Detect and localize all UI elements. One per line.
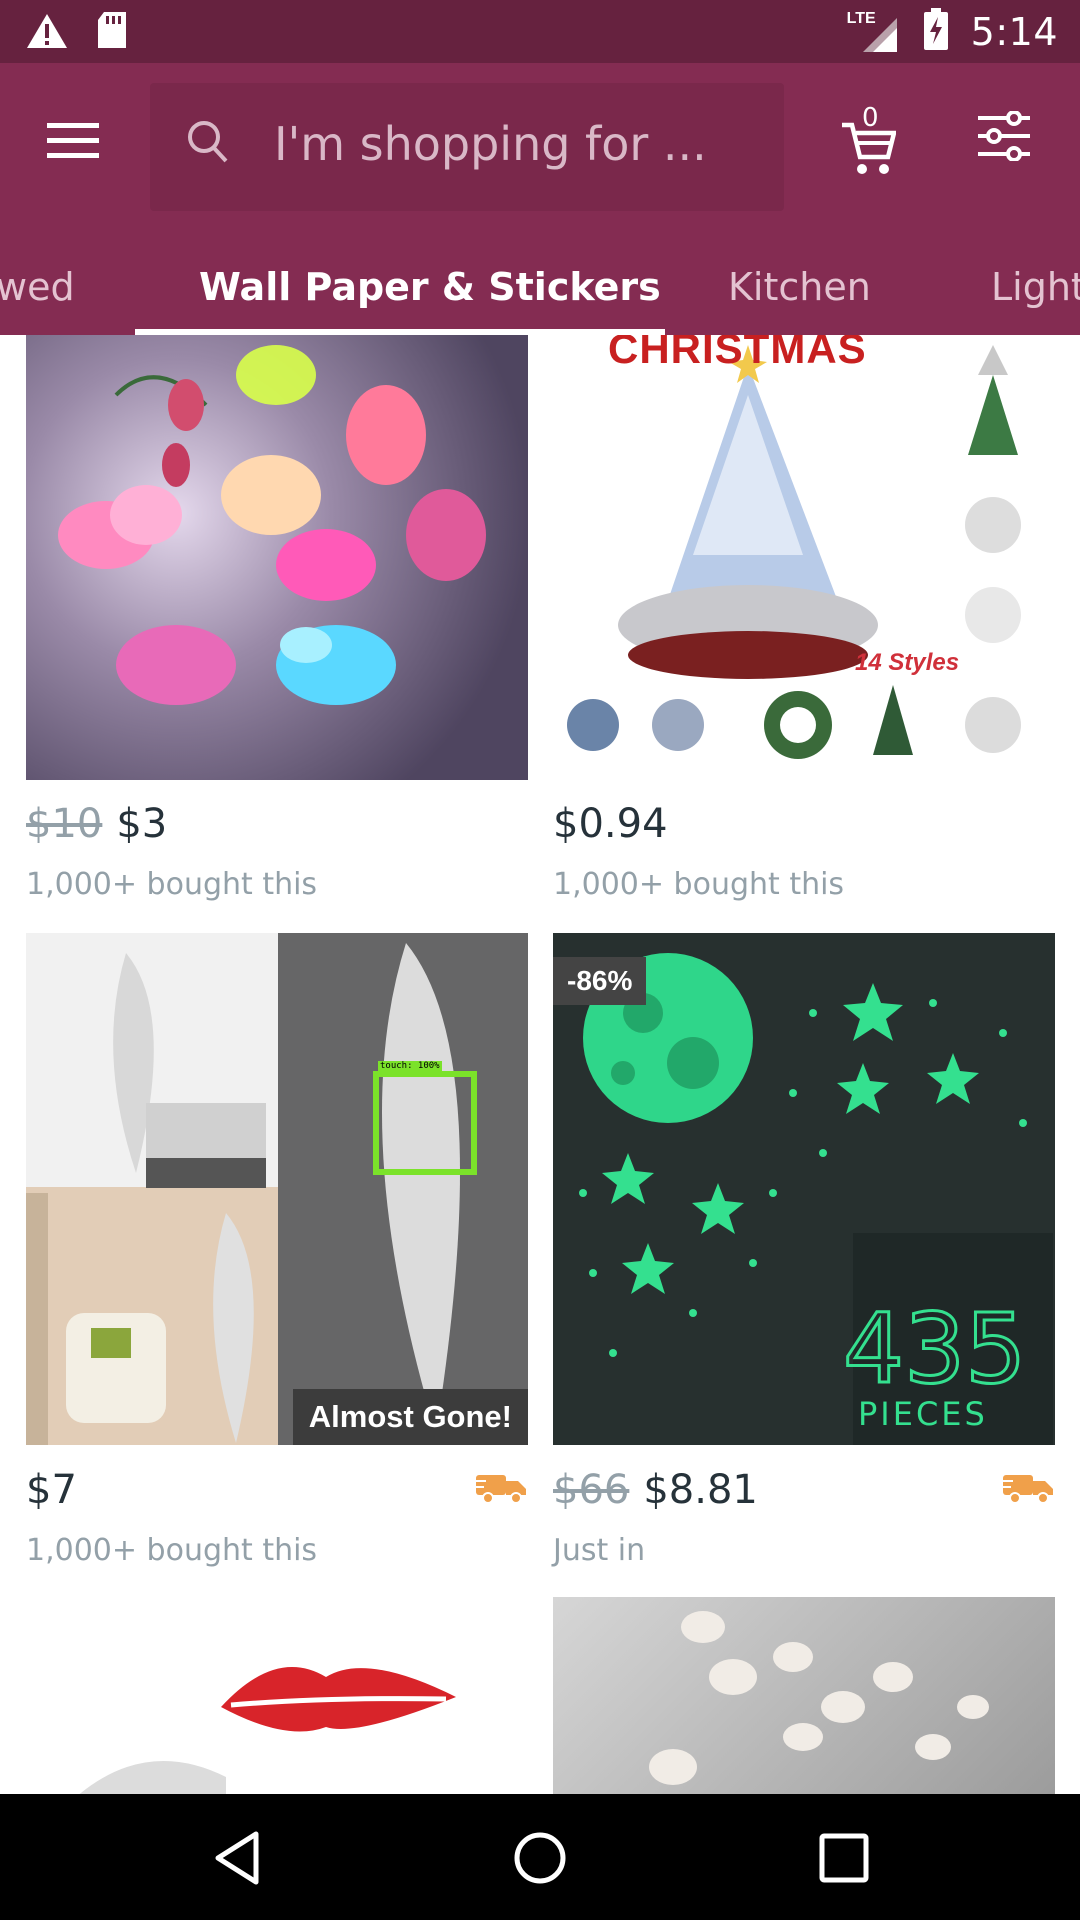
sliders-icon	[976, 110, 1032, 165]
image-banner-text: CHRISTMAS	[608, 335, 867, 372]
product-grid: $10 $3 1,000+ bought this CHRISTMAS 14 S…	[0, 335, 1080, 1794]
system-nav-bar	[0, 1794, 1080, 1920]
sale-price: $7	[26, 1467, 77, 1513]
stock-tag: Almost Gone!	[292, 1389, 528, 1445]
product-card[interactable]	[26, 1597, 528, 1794]
truck-icon	[1001, 1469, 1055, 1505]
image-styles-text: 14 Styles	[855, 649, 960, 676]
truck-icon	[474, 1469, 528, 1505]
back-button[interactable]	[206, 1826, 270, 1890]
image-count-text: 435	[841, 1292, 1027, 1407]
menu-button[interactable]	[38, 113, 108, 173]
product-image[interactable]	[26, 335, 528, 780]
price-row: $0.94	[553, 801, 668, 847]
cart-button[interactable]: 0	[840, 103, 900, 183]
status-bar: LTE 5:14	[0, 0, 1080, 63]
home-button[interactable]	[508, 1826, 572, 1890]
hamburger-icon	[47, 121, 99, 166]
search-input[interactable]: I'm shopping for ...	[150, 83, 784, 211]
original-price: $10	[26, 801, 103, 847]
warning-icon	[26, 13, 68, 54]
product-image[interactable]	[553, 1597, 1055, 1794]
price-row: $10 $3	[26, 801, 167, 847]
tab-partial-left[interactable]: wed	[0, 265, 75, 309]
product-card[interactable]: CHRISTMAS 14 Styles $0.94 1,000+ bought …	[553, 335, 1055, 915]
product-image[interactable]	[26, 1597, 528, 1794]
product-card[interactable]: -86% 435 PIECES $66 $8.81 Just in	[553, 933, 1055, 1573]
product-image[interactable]: CHRISTMAS 14 Styles	[553, 335, 1055, 780]
app-header: I'm shopping for ... 0 wed Wall Paper & …	[0, 63, 1080, 335]
clock: 5:14	[970, 9, 1058, 54]
product-card[interactable]	[553, 1597, 1055, 1794]
original-price: $66	[553, 1467, 630, 1513]
product-image[interactable]: touch: 100% Almost Gone!	[26, 933, 528, 1445]
price-row: $7	[26, 1467, 77, 1513]
battery-charging-icon	[923, 8, 949, 55]
category-tabs: wed Wall Paper & Stickers Kitchen Light	[0, 243, 1080, 335]
sale-price: $0.94	[553, 801, 668, 847]
purchase-count: 1,000+ bought this	[553, 867, 845, 902]
product-card[interactable]: $10 $3 1,000+ bought this	[26, 335, 528, 915]
image-pieces-text: PIECES	[858, 1395, 988, 1433]
search-placeholder: I'm shopping for ...	[274, 117, 707, 171]
lte-signal-icon: LTE	[847, 10, 901, 54]
touch-overlay-box	[373, 1071, 477, 1175]
purchase-count: 1,000+ bought this	[26, 867, 318, 902]
recents-button[interactable]	[812, 1826, 876, 1890]
tab-lighting[interactable]: Light	[991, 265, 1080, 309]
tab-kitchen[interactable]: Kitchen	[728, 265, 871, 309]
touch-overlay-label: touch: 100%	[378, 1061, 442, 1071]
product-card[interactable]: touch: 100% Almost Gone! $7 1,000+ bough…	[26, 933, 528, 1573]
sd-card-icon	[96, 12, 128, 55]
discount-badge: -86%	[553, 957, 647, 1005]
cart-icon	[840, 117, 897, 182]
product-image[interactable]: -86% 435 PIECES	[553, 933, 1055, 1445]
search-icon	[186, 119, 230, 172]
purchase-count: Just in	[553, 1533, 646, 1568]
filter-button[interactable]	[976, 110, 1036, 171]
sale-price: $3	[116, 801, 168, 847]
tab-wall-paper-stickers[interactable]: Wall Paper & Stickers	[199, 265, 661, 309]
price-row: $66 $8.81	[553, 1467, 758, 1513]
purchase-count: 1,000+ bought this	[26, 1533, 318, 1568]
sale-price: $8.81	[643, 1467, 758, 1513]
